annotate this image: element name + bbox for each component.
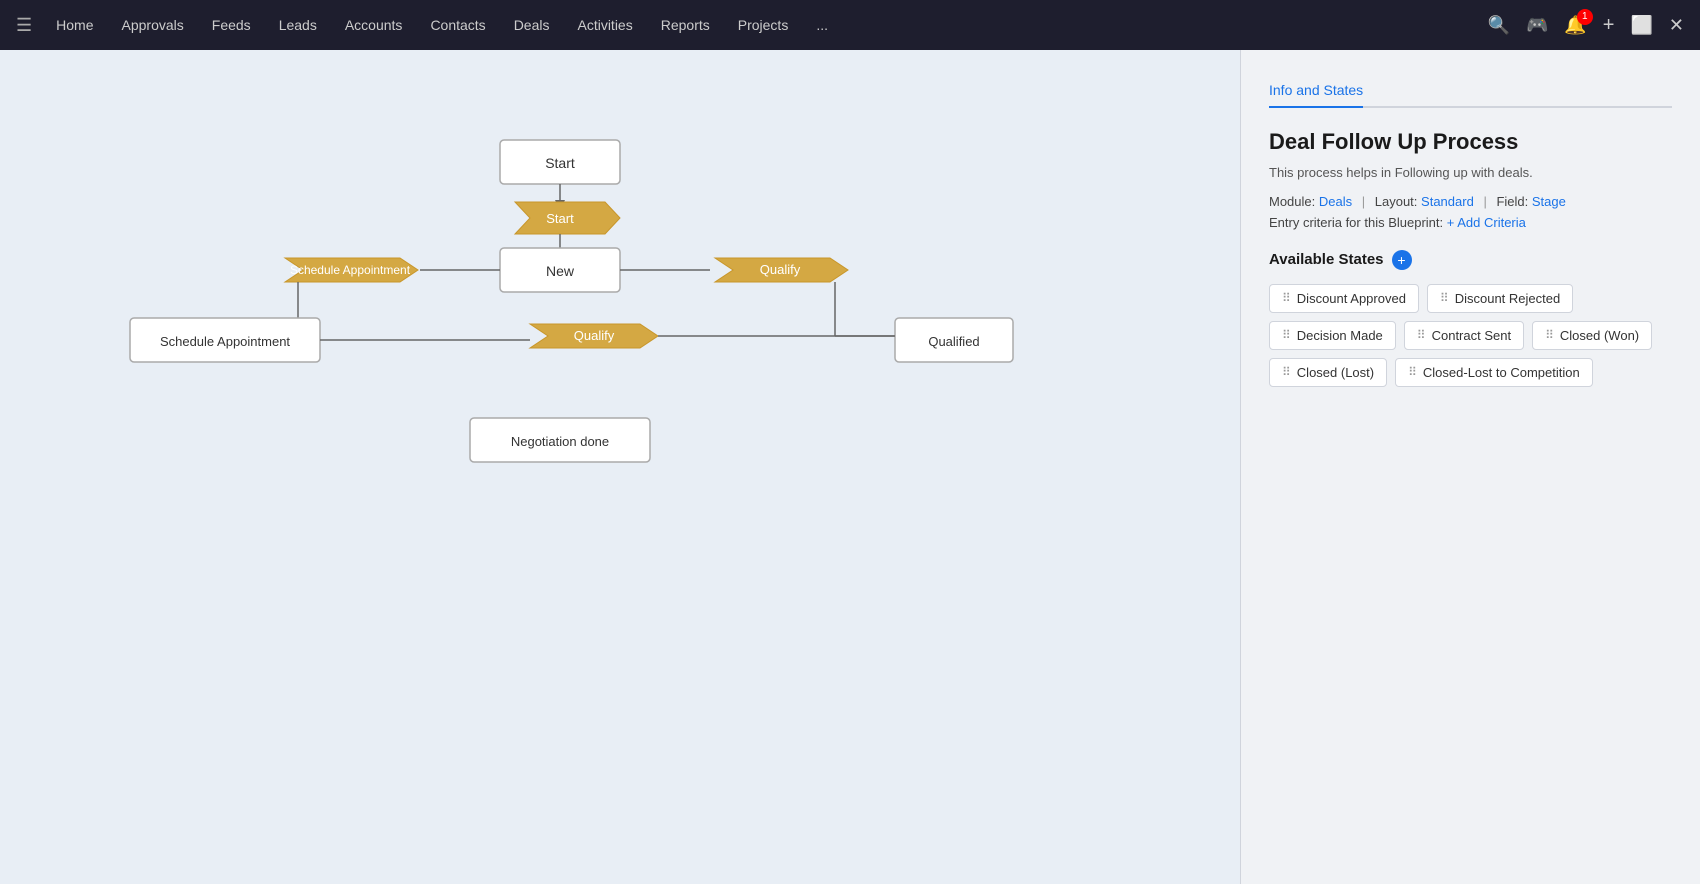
available-states-header: Available States + (1269, 250, 1672, 270)
panel-meta-module: Module: Deals | Layout: Standard | Field… (1269, 194, 1672, 209)
layout-value: Standard (1421, 194, 1474, 209)
add-criteria-link[interactable]: + Add Criteria (1447, 215, 1526, 230)
nav-projects[interactable]: Projects (726, 11, 801, 39)
gamepad-icon[interactable]: 🎮 (1526, 15, 1548, 36)
state-tag-label: Discount Rejected (1455, 291, 1561, 306)
svg-text:Negotiation done: Negotiation done (511, 434, 609, 449)
field-label: Field: (1496, 194, 1528, 209)
nav-home[interactable]: Home (44, 11, 105, 39)
svg-text:Schedule Appointment: Schedule Appointment (290, 263, 411, 277)
state-tag-label: Discount Approved (1297, 291, 1406, 306)
state-tag-label: Closed (Lost) (1297, 365, 1374, 380)
entry-criteria-label: Entry criteria for this Blueprint: (1269, 215, 1443, 230)
svg-text:Qualified: Qualified (928, 334, 979, 349)
state-tag-closed-won[interactable]: ⠿ Closed (Won) (1532, 321, 1652, 350)
available-states-title: Available States (1269, 251, 1384, 268)
nav-icon-group: 🔍 🎮 🔔 1 + ⬜ ✕ (1488, 14, 1684, 37)
nav-more[interactable]: ... (804, 11, 840, 39)
menu-icon[interactable]: ☰ (16, 15, 32, 36)
add-icon[interactable]: + (1603, 14, 1615, 37)
panel-title: Deal Follow Up Process (1269, 128, 1672, 157)
state-tag-label: Closed-Lost to Competition (1423, 365, 1580, 380)
state-tag-label: Decision Made (1297, 328, 1383, 343)
state-tag-closed-lost-competition[interactable]: ⠿ Closed-Lost to Competition (1395, 358, 1593, 387)
canvas-area[interactable]: Start Start New Schedule Appointment (0, 50, 1240, 884)
svg-text:New: New (546, 263, 575, 279)
nav-deals[interactable]: Deals (502, 11, 562, 39)
drag-icon: ⠿ (1282, 291, 1291, 305)
svg-text:Qualify: Qualify (574, 328, 615, 343)
nav-reports[interactable]: Reports (649, 11, 722, 39)
field-value: Stage (1532, 194, 1566, 209)
tab-info-and-states[interactable]: Info and States (1269, 74, 1363, 108)
nav-leads[interactable]: Leads (267, 11, 329, 39)
panel-tabs: Info and States (1269, 74, 1672, 108)
state-tag-discount-approved[interactable]: ⠿ Discount Approved (1269, 284, 1419, 313)
state-tag-discount-rejected[interactable]: ⠿ Discount Rejected (1427, 284, 1573, 313)
state-tag-label: Contract Sent (1432, 328, 1512, 343)
state-tag-contract-sent[interactable]: ⠿ Contract Sent (1404, 321, 1524, 350)
main-layout: Start Start New Schedule Appointment (0, 50, 1700, 884)
svg-text:Start: Start (545, 155, 575, 171)
drag-icon: ⠿ (1440, 291, 1449, 305)
meta-separator-2: | (1483, 194, 1486, 209)
state-tags-container: ⠿ Discount Approved ⠿ Discount Rejected … (1269, 284, 1672, 387)
drag-icon: ⠿ (1408, 365, 1417, 379)
svg-text:Qualify: Qualify (760, 262, 801, 277)
module-label: Module: (1269, 194, 1315, 209)
entry-criteria-row: Entry criteria for this Blueprint: + Add… (1269, 215, 1672, 230)
meta-separator-1: | (1362, 194, 1365, 209)
svg-text:Start: Start (546, 211, 574, 226)
drag-icon: ⠿ (1282, 365, 1291, 379)
nav-approvals[interactable]: Approvals (110, 11, 196, 39)
add-state-button[interactable]: + (1392, 250, 1412, 270)
state-tag-decision-made[interactable]: ⠿ Decision Made (1269, 321, 1396, 350)
nav-activities[interactable]: Activities (565, 11, 644, 39)
drag-icon: ⠿ (1282, 328, 1291, 342)
search-icon[interactable]: 🔍 (1488, 15, 1510, 36)
bell-icon[interactable]: 🔔 1 (1564, 15, 1586, 36)
panel-description: This process helps in Following up with … (1269, 165, 1672, 180)
screen-icon[interactable]: ⬜ (1630, 15, 1652, 36)
top-navigation: ☰ Home Approvals Feeds Leads Accounts Co… (0, 0, 1700, 50)
nav-contacts[interactable]: Contacts (418, 11, 497, 39)
right-panel: Info and States Deal Follow Up Process T… (1240, 50, 1700, 884)
nav-feeds[interactable]: Feeds (200, 11, 263, 39)
close-icon[interactable]: ✕ (1669, 15, 1684, 36)
drag-icon: ⠿ (1545, 328, 1554, 342)
svg-text:Schedule Appointment: Schedule Appointment (160, 334, 290, 349)
layout-label: Layout: (1375, 194, 1418, 209)
module-value-link[interactable]: Deals (1319, 194, 1352, 209)
notification-badge: 1 (1577, 9, 1593, 25)
nav-accounts[interactable]: Accounts (333, 11, 415, 39)
state-tag-closed-lost[interactable]: ⠿ Closed (Lost) (1269, 358, 1387, 387)
flowchart: Start Start New Schedule Appointment (0, 50, 1240, 884)
drag-icon: ⠿ (1417, 328, 1426, 342)
state-tag-label: Closed (Won) (1560, 328, 1639, 343)
